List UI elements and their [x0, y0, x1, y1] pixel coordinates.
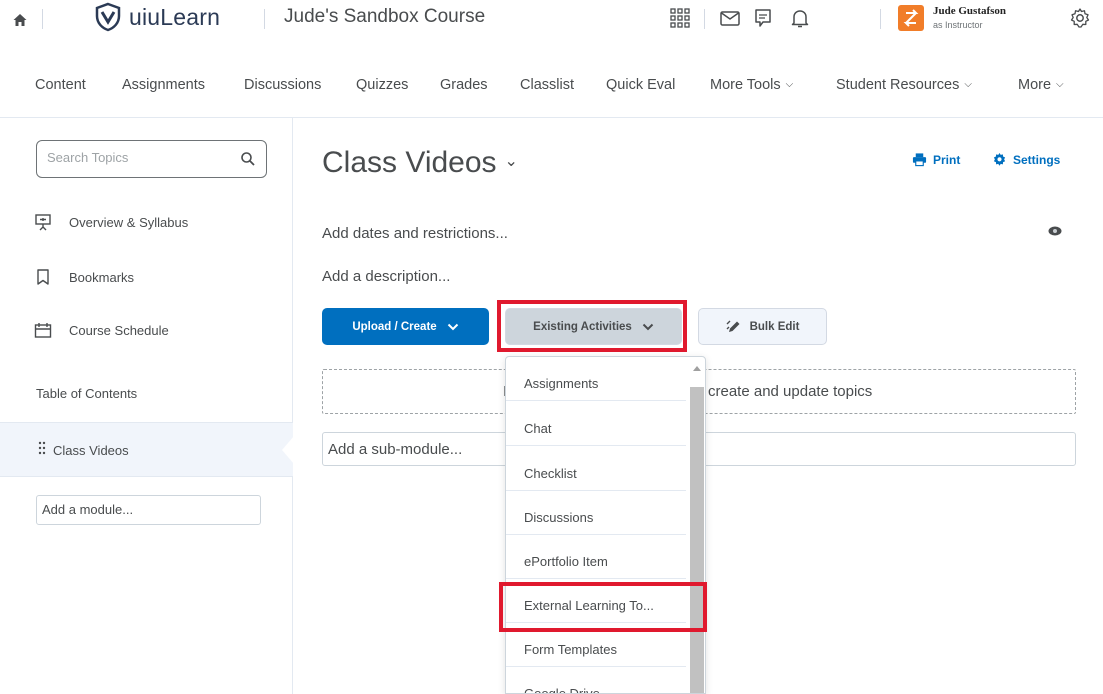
divider [42, 9, 43, 29]
module-label: Class Videos [53, 443, 129, 458]
menu-scrollbar[interactable] [688, 363, 705, 693]
bell-icon[interactable] [788, 6, 812, 30]
sidebar-item-course-schedule[interactable]: Course Schedule [34, 318, 169, 342]
sidebar-item-bookmarks[interactable]: Bookmarks [34, 265, 134, 289]
pencil-icon [726, 320, 740, 332]
menu-item-checklist[interactable]: Checklist [506, 447, 686, 491]
shield-logo-icon [95, 2, 121, 32]
sidebar-item-overview[interactable]: Overview & Syllabus [34, 210, 188, 234]
bookmark-icon [37, 269, 49, 285]
menu-item-eportfolio[interactable]: ePortfolio Item [506, 535, 686, 579]
chevron-down-icon[interactable]: ⌄ [505, 153, 518, 170]
chevron-down-icon: ⌵ [785, 79, 794, 90]
top-bar: uiuLearn Jude's Sandbox Course Jude Gust… [0, 0, 1103, 52]
calendar-icon [34, 323, 52, 338]
user-role: as Instructor [933, 20, 983, 30]
chat-icon[interactable] [751, 6, 775, 30]
table-of-contents-link[interactable]: Table of Contents [36, 386, 137, 401]
print-button[interactable]: Print [912, 152, 960, 167]
nav-more-tools[interactable]: More Tools ⌵ [710, 77, 793, 93]
selected-pointer [282, 436, 294, 464]
gear-icon [993, 152, 1006, 166]
drag-handle-icon[interactable] [38, 441, 46, 455]
scroll-up-icon[interactable] [693, 366, 701, 371]
nav-student-resources[interactable]: Student Resources ⌵ [836, 77, 972, 93]
menu-item-assignments[interactable]: Assignments [506, 357, 686, 401]
brand-name: uiuLearn [129, 3, 221, 30]
sidebar-item-label: Course Schedule [69, 322, 169, 338]
role-switch-icon [903, 9, 919, 27]
sidebar-item-label: Bookmarks [69, 269, 135, 285]
add-module-input[interactable]: Add a module... [36, 495, 261, 525]
nav-quizzes[interactable]: Quizzes [356, 77, 408, 93]
search-icon[interactable] [240, 151, 256, 167]
brand-logo[interactable]: uiuLearn [93, 2, 220, 32]
mail-icon[interactable] [718, 6, 742, 30]
divider [880, 9, 881, 29]
divider [704, 9, 705, 29]
sidebar-item-label: Overview & Syllabus [69, 214, 189, 230]
presentation-icon [35, 214, 51, 231]
avatar[interactable] [898, 5, 924, 31]
waffle-grid-icon[interactable] [668, 6, 692, 30]
home-icon[interactable] [12, 12, 28, 28]
user-name[interactable]: Jude Gustafson [933, 5, 1006, 17]
printer-icon [912, 153, 927, 167]
bulk-edit-button[interactable]: Bulk Edit [698, 308, 827, 345]
chevron-down-icon: ⌵ [1056, 79, 1064, 90]
nav-assignments[interactable]: Assignments [122, 77, 205, 93]
menu-item-chat[interactable]: Chat [506, 402, 686, 446]
nav-classlist[interactable]: Classlist [520, 77, 574, 93]
search-input[interactable] [47, 150, 217, 165]
divider [264, 9, 265, 29]
module-class-videos[interactable]: Class Videos [0, 422, 294, 477]
highlight-box [497, 300, 687, 352]
chevron-down-icon: ⌵ [964, 79, 972, 90]
upload-create-button[interactable]: Upload / Create [322, 308, 489, 345]
page-title[interactable]: Class Videos ⌄ [322, 146, 518, 180]
nav-grades[interactable]: Grades [440, 77, 488, 93]
highlight-box [499, 582, 707, 632]
search-topics-field[interactable] [36, 140, 267, 178]
course-title[interactable]: Jude's Sandbox Course [284, 6, 485, 28]
content-sidebar: Overview & Syllabus Bookmarks Course Sch… [0, 118, 294, 694]
chevron-down-icon [447, 323, 458, 330]
menu-item-google-drive[interactable]: Google Drive [506, 667, 686, 693]
nav-discussions[interactable]: Discussions [244, 77, 321, 93]
gear-icon[interactable] [1068, 6, 1092, 30]
drop-zone-text: create and update topics [708, 383, 873, 400]
eye-icon[interactable] [1048, 225, 1062, 237]
existing-activities-menu: Assignments Chat Checklist Discussions e… [505, 356, 706, 694]
nav-more[interactable]: More ⌵ [1018, 77, 1064, 93]
menu-item-discussions[interactable]: Discussions [506, 491, 686, 535]
add-dates-link[interactable]: Add dates and restrictions... [322, 225, 508, 242]
scrollbar-thumb[interactable] [690, 387, 704, 693]
nav-content[interactable]: Content [35, 77, 86, 93]
settings-button[interactable]: Settings [992, 152, 1060, 167]
course-navbar: Content Assignments Discussions Quizzes … [0, 52, 1103, 118]
nav-quick-eval[interactable]: Quick Eval [606, 77, 675, 93]
add-description-link[interactable]: Add a description... [322, 268, 450, 285]
